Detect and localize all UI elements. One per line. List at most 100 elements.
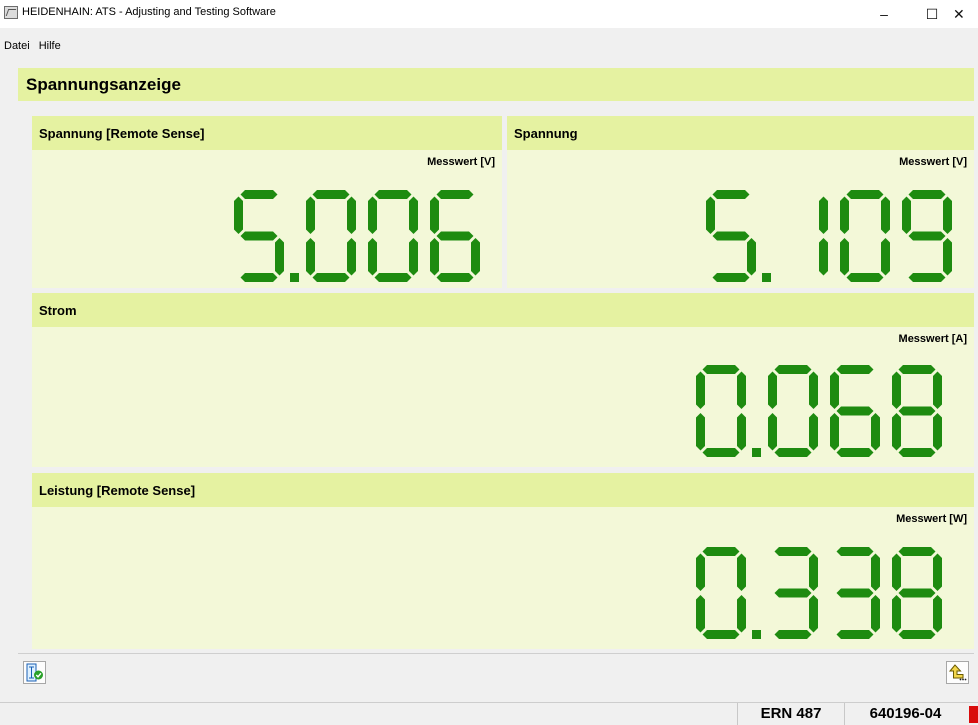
segment-f: [430, 196, 439, 234]
maximize-button[interactable]: ☐: [913, 0, 951, 28]
segment-g: [898, 588, 936, 598]
segment-e: [892, 413, 901, 451]
segment-f: [768, 371, 777, 409]
segment-c: [747, 238, 756, 276]
segment-f: [830, 371, 839, 409]
segment-c: [275, 238, 284, 276]
segment-e: [430, 238, 439, 276]
segment-e: [368, 238, 377, 276]
segment-b: [871, 553, 880, 591]
segment-c: [809, 595, 818, 633]
segment-e: [696, 595, 705, 633]
segment-d: [374, 273, 412, 282]
segment-f: [892, 371, 901, 409]
panel-header: Spannung: [507, 116, 974, 150]
decimal-point: [752, 630, 761, 639]
close-button[interactable]: ✕: [953, 0, 978, 28]
lcd-digit-0: [696, 365, 746, 457]
segment-b: [809, 553, 818, 591]
decimal-point: [290, 273, 299, 282]
segment-d: [836, 448, 874, 457]
segment-b: [737, 371, 746, 409]
segment-d: [702, 630, 740, 639]
segment-c: [933, 595, 942, 633]
segment-a: [240, 190, 278, 199]
segment-b: [933, 553, 942, 591]
segment-b: [881, 196, 890, 234]
segment-e: [696, 413, 705, 451]
lcd-digit-1: [819, 196, 828, 276]
segment-b: [347, 196, 356, 234]
segment-c: [737, 413, 746, 451]
segment-g: [836, 588, 874, 598]
segment-f: [368, 196, 377, 234]
segment-f: [306, 196, 315, 234]
segment-b: [933, 371, 942, 409]
segment-f: [902, 196, 911, 234]
app-logo-icon: [4, 6, 18, 19]
segment-c: [347, 238, 356, 276]
segment-d: [908, 273, 946, 282]
segment-c: [943, 238, 952, 276]
segment-c: [871, 413, 880, 451]
segment-f: [706, 196, 715, 234]
lcd-digit-3: [836, 547, 880, 639]
menu-hilfe[interactable]: Hilfe: [39, 40, 61, 56]
voltage-display: [706, 190, 952, 282]
menu-datei[interactable]: Datei: [4, 40, 30, 56]
unit-label: Messwert [W]: [896, 513, 967, 525]
panel-title: Spannung: [514, 126, 578, 141]
lcd-digit-0: [768, 365, 818, 457]
segment-a: [774, 547, 812, 556]
segment-a: [846, 190, 884, 199]
panel-current: Strom Messwert [A]: [32, 293, 974, 467]
segment-d: [774, 448, 812, 457]
window-title: HEIDENHAIN: ATS - Adjusting and Testing …: [22, 6, 276, 18]
page-title: Spannungsanzeige: [26, 75, 181, 94]
status-bar: ERN 487 640196-04: [0, 702, 978, 725]
panel-title: Spannung [Remote Sense]: [39, 126, 205, 141]
segment-a: [836, 365, 874, 374]
segment-b: [943, 196, 952, 234]
segment-b: [409, 196, 418, 234]
decimal-point: [752, 448, 761, 457]
segment-a: [774, 365, 812, 374]
segment-c: [871, 595, 880, 633]
panel-power-remote-sense: Leistung [Remote Sense] Messwert [W]: [32, 473, 974, 649]
unit-label: Messwert [V]: [427, 156, 495, 168]
segment-c: [881, 238, 890, 276]
panel-voltage-remote-sense: Spannung [Remote Sense] Messwert [V]: [32, 116, 502, 288]
segment-a: [312, 190, 350, 199]
status-id: 640196-04: [844, 703, 966, 725]
segment-f: [696, 371, 705, 409]
segment-g: [436, 231, 474, 241]
segment-a: [712, 190, 750, 199]
return-button[interactable]: [946, 661, 969, 684]
segment-g: [712, 231, 750, 241]
lcd-digit-9: [902, 190, 952, 282]
segment-a: [702, 365, 740, 374]
segment-c: [409, 238, 418, 276]
segment-f: [234, 196, 243, 234]
status-indicator-icon: [969, 706, 978, 723]
panel-title: Strom: [39, 303, 77, 318]
segment-e: [306, 238, 315, 276]
segment-d: [712, 273, 750, 282]
panel-header: Strom: [32, 293, 974, 327]
segment-a: [436, 190, 474, 199]
segment-g: [836, 406, 874, 416]
segment-a: [898, 547, 936, 556]
segment-f: [892, 553, 901, 591]
panel-header: Spannung [Remote Sense]: [32, 116, 502, 150]
voltage-remote-sense-display: [234, 190, 480, 282]
segment-c: [933, 413, 942, 451]
decimal-point: [762, 273, 771, 282]
segment-b: [737, 553, 746, 591]
segment-g: [898, 406, 936, 416]
status-device: ERN 487: [737, 703, 844, 725]
measurement-check-button[interactable]: [23, 661, 46, 684]
lcd-digit-5: [706, 190, 756, 282]
segment-d: [836, 630, 874, 639]
segment-a: [898, 365, 936, 374]
minimize-button[interactable]: –: [865, 0, 903, 28]
